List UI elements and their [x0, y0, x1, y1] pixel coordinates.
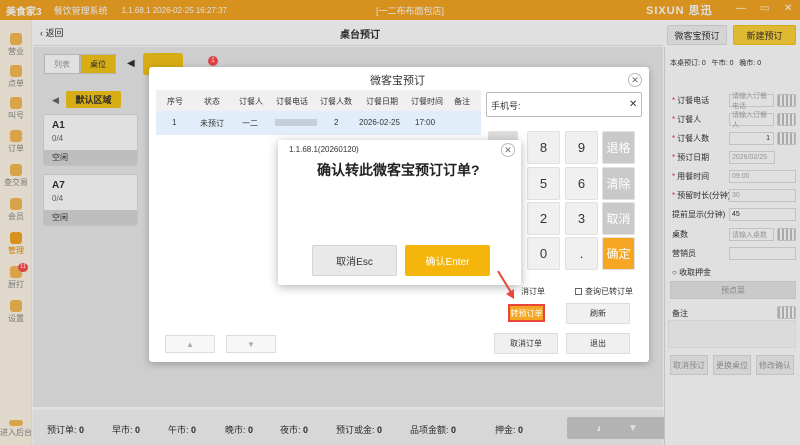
key-0[interactable]: 0 [527, 237, 560, 270]
cancelled-orders-label[interactable]: 消订单 [521, 286, 545, 297]
arrow-annotation-icon [497, 270, 514, 299]
confirm-version: 1.1.68.1(20260120) [289, 145, 359, 154]
cell-count: 2 [334, 118, 339, 127]
key-backspace[interactable]: 退格 [602, 131, 635, 164]
clear-icon[interactable]: ✕ [629, 99, 637, 110]
dialog-page-down[interactable]: ▼ [226, 335, 276, 353]
key-dot[interactable]: . [565, 237, 598, 270]
col-status: 状态 [204, 97, 220, 106]
key-9[interactable]: 9 [565, 131, 598, 164]
key-confirm[interactable]: 确定 [602, 237, 635, 270]
key-8[interactable]: 8 [527, 131, 560, 164]
cell-no: 1 [172, 118, 177, 127]
transfer-order-button[interactable]: 转预订单 [508, 304, 545, 322]
cancel-order-button[interactable]: 取消订单 [494, 333, 558, 354]
cell-time: 17:00 [415, 118, 436, 127]
dialog-title: 微客宝预订 [370, 75, 425, 87]
col-no: 序号 [167, 97, 183, 106]
col-person: 订餐人 [239, 97, 263, 106]
key-cancel[interactable]: 取消 [602, 202, 635, 235]
col-phone: 订餐电话 [276, 97, 308, 106]
checkbox-icon [575, 288, 582, 295]
col-remark: 备注 [454, 97, 470, 106]
confirm-ok-button[interactable]: 确认Enter [405, 245, 490, 276]
confirm-message: 确认转此微客宝预订订单? [317, 162, 480, 178]
key-3[interactable]: 3 [565, 202, 598, 235]
cell-phone-masked [275, 119, 317, 126]
confirm-close-icon[interactable]: ✕ [501, 143, 515, 157]
refresh-button[interactable]: 刷新 [566, 303, 630, 324]
cell-person: 一二 [242, 119, 258, 128]
key-2[interactable]: 2 [527, 202, 560, 235]
dialog-close-icon[interactable]: ✕ [628, 73, 642, 87]
phone-search-placeholder: 手机号: [491, 101, 521, 111]
key-6[interactable]: 6 [565, 167, 598, 200]
confirm-cancel-button[interactable]: 取消Esc [312, 245, 397, 276]
col-time: 订餐时间 [411, 97, 443, 106]
cell-status: 未预订 [200, 119, 224, 128]
col-date: 订餐日期 [366, 97, 398, 106]
dialog-page-up[interactable]: ▲ [165, 335, 215, 353]
key-5[interactable]: 5 [527, 167, 560, 200]
key-clear[interactable]: 清除 [602, 167, 635, 200]
exit-button[interactable]: 退出 [566, 333, 630, 354]
col-count: 订餐人数 [320, 97, 352, 106]
cell-date: 2026-02-25 [359, 118, 400, 127]
query-transferred-checkbox[interactable]: 查询已转订单 [575, 286, 633, 297]
